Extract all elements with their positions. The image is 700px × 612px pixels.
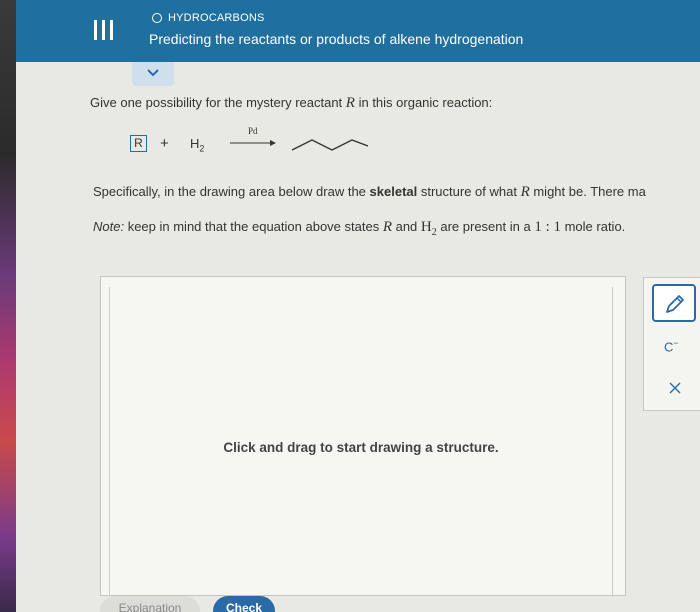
photo-edge	[0, 0, 16, 612]
menu-icon[interactable]	[94, 20, 114, 40]
topic-row: HYDROCARBONS	[152, 12, 265, 24]
product-skeletal-structure	[291, 139, 369, 151]
hydrogen-reactant: H2	[190, 136, 205, 154]
collapse-button[interactable]	[132, 62, 174, 86]
check-button[interactable]: Check	[213, 596, 275, 612]
topic-label: HYDROCARBONS	[168, 12, 265, 24]
page-title: Predicting the reactants or products of …	[149, 31, 524, 47]
topic-circle-icon	[152, 13, 162, 23]
instruction-text: Specifically, in the drawing area below …	[93, 184, 646, 200]
note-text: Note: keep in mind that the equation abo…	[93, 219, 626, 238]
canvas-divider-right	[612, 287, 613, 595]
explanation-button[interactable]: Explanation	[100, 596, 200, 612]
catalyst-label: Pd	[248, 126, 258, 136]
drawing-toolbar: C−	[643, 277, 700, 411]
plus-sign: +	[160, 135, 169, 152]
question-prompt: Give one possibility for the mystery rea…	[90, 95, 493, 111]
close-icon[interactable]	[669, 382, 681, 394]
chevron-down-icon	[147, 69, 159, 77]
canvas-divider-left	[109, 287, 110, 595]
carbanion-tool-button[interactable]: C−	[664, 338, 679, 354]
pencil-tool-button[interactable]	[652, 284, 696, 322]
reaction-arrow	[230, 140, 276, 146]
drawing-canvas[interactable]: Click and drag to start drawing a struct…	[100, 276, 626, 596]
header-bar: HYDROCARBONS Predicting the reactants or…	[16, 0, 700, 62]
reactant-box: R	[130, 135, 147, 152]
pencil-icon	[666, 295, 684, 313]
drawing-hint: Click and drag to start drawing a struct…	[223, 440, 499, 455]
